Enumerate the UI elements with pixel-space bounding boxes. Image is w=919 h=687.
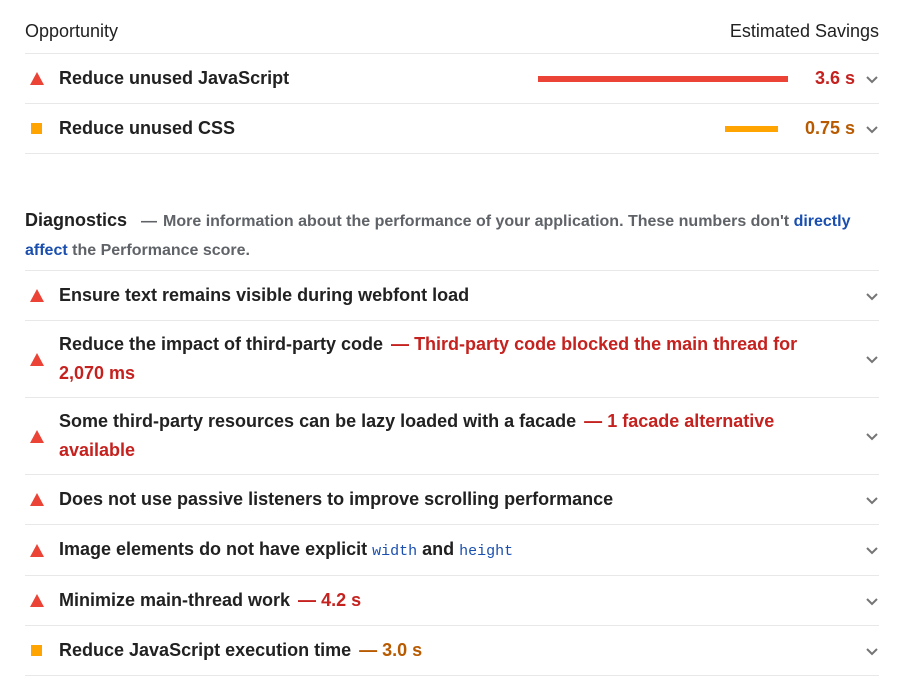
code-width: width <box>372 542 418 560</box>
audit-panel: Opportunity Estimated Savings Reduce unu… <box>25 0 879 676</box>
fail-triangle-icon <box>25 594 59 607</box>
audit-row-passive-listeners[interactable]: Does not use passive listeners to improv… <box>25 475 879 525</box>
dash-separator: — <box>359 640 378 660</box>
opportunity-header: Opportunity Estimated Savings <box>25 0 879 54</box>
savings-bar <box>724 125 778 132</box>
audit-row-unused-css[interactable]: Reduce unused CSS 0.75 s <box>25 104 879 154</box>
audit-row-webfont[interactable]: Ensure text remains visible during webfo… <box>25 271 879 321</box>
audit-title: Minimize main-thread work <box>59 590 291 610</box>
audit-title-block: Minimize main-thread work — 4.2 s <box>59 586 879 615</box>
chevron-down-icon[interactable] <box>865 644 879 658</box>
audit-title-and: and <box>422 538 455 559</box>
audit-title-block: Reduce JavaScript execution time — 3.0 s <box>59 636 879 665</box>
fail-triangle-icon <box>25 493 59 506</box>
chevron-down-icon[interactable] <box>865 352 879 366</box>
savings-bar <box>537 75 788 82</box>
savings-bar-area: 0.75 s <box>724 118 855 139</box>
diagnostics-description-end: the Performance score. <box>72 242 250 259</box>
dash-separator: — <box>584 411 603 431</box>
chevron-down-icon[interactable] <box>865 429 879 443</box>
diagnostics-description: More information about the performance o… <box>163 213 790 230</box>
audit-title: Image elements do not have explicit <box>59 538 368 559</box>
dash-separator: — <box>298 590 317 610</box>
opportunity-column-label: Opportunity <box>25 21 119 41</box>
fail-triangle-icon <box>25 543 59 557</box>
fail-triangle-icon <box>25 429 59 443</box>
diagnostics-title: Diagnostics <box>25 210 128 230</box>
fail-triangle-icon <box>25 289 59 302</box>
dash-separator: — <box>141 213 158 230</box>
savings-value: 0.75 s <box>804 118 855 138</box>
chevron-down-icon[interactable] <box>865 493 879 507</box>
audit-row-image-dimensions[interactable]: Image elements do not have explicit widt… <box>25 525 879 576</box>
audit-title-block: Some third-party resources can be lazy l… <box>59 407 879 465</box>
audit-detail: 3.0 s <box>382 640 423 660</box>
audit-title: Reduce JavaScript execution time <box>59 640 352 660</box>
diagnostics-header: Diagnostics — More information about the p… <box>25 154 879 271</box>
chevron-down-icon[interactable] <box>865 594 879 608</box>
audit-detail: 4.2 s <box>321 590 362 610</box>
audit-title: Reduce the impact of third-party code <box>59 334 384 354</box>
audit-row-unused-js[interactable]: Reduce unused JavaScript 3.6 s <box>25 54 879 104</box>
average-square-icon <box>25 123 59 134</box>
fail-triangle-icon <box>25 72 59 85</box>
code-height: height <box>459 542 514 560</box>
audit-title: Some third-party resources can be lazy l… <box>59 411 577 431</box>
chevron-down-icon[interactable] <box>865 289 879 303</box>
dash-separator: — <box>391 334 410 354</box>
average-square-icon <box>25 645 59 656</box>
savings-column-label: Estimated Savings <box>729 21 879 41</box>
audit-title-block: Image elements do not have explicit widt… <box>59 535 879 566</box>
chevron-down-icon[interactable] <box>865 543 879 557</box>
audit-title-block: Reduce the impact of third-party code — T… <box>59 330 879 388</box>
audit-row-facade[interactable]: Some third-party resources can be lazy l… <box>25 398 879 475</box>
chevron-down-icon[interactable] <box>865 122 879 136</box>
audit-row-js-execution[interactable]: Reduce JavaScript execution time — 3.0 s <box>25 626 879 676</box>
savings-bar-area: 3.6 s <box>537 68 855 89</box>
chevron-down-icon[interactable] <box>865 72 879 86</box>
audit-title: Ensure text remains visible during webfo… <box>59 285 470 305</box>
audit-row-main-thread[interactable]: Minimize main-thread work — 4.2 s <box>25 576 879 626</box>
fail-triangle-icon <box>25 352 59 366</box>
audit-title: Does not use passive listeners to improv… <box>59 489 614 509</box>
audit-row-third-party[interactable]: Reduce the impact of third-party code — T… <box>25 321 879 398</box>
savings-value: 3.6 s <box>814 68 855 88</box>
